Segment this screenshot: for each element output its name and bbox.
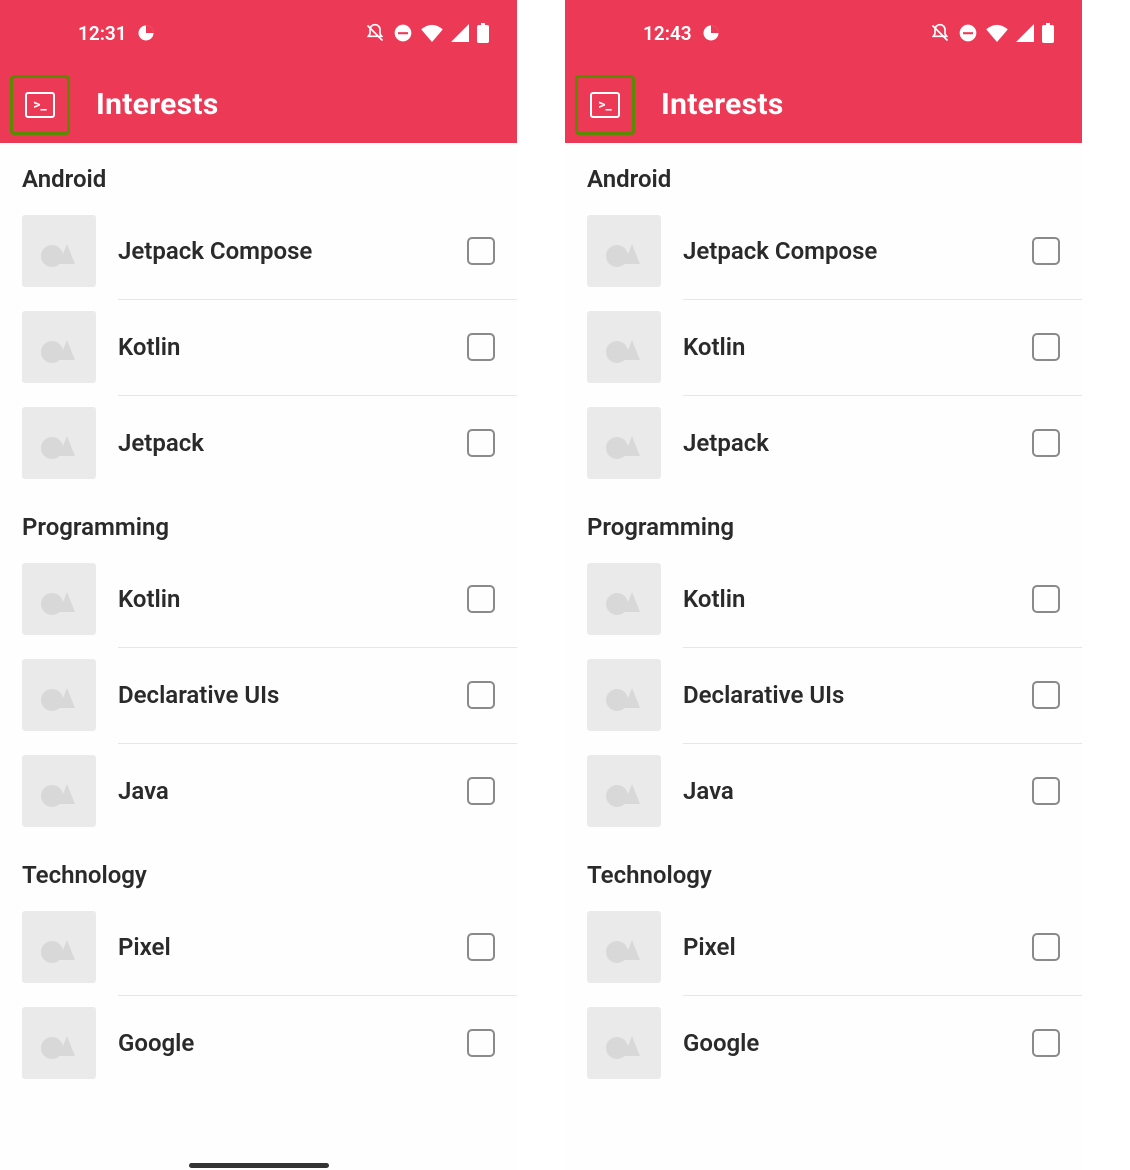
placeholder-image-icon <box>587 911 661 983</box>
placeholder-image-icon <box>22 407 96 479</box>
placeholder-image-icon <box>587 215 661 287</box>
interests-list[interactable]: Android Jetpack Compose Kotlin Jetpack P… <box>0 143 517 1170</box>
list-item[interactable]: Jetpack <box>565 395 1082 491</box>
list-item[interactable]: Jetpack Compose <box>0 203 517 299</box>
checkbox[interactable] <box>467 1029 495 1057</box>
placeholder-image-icon <box>587 563 661 635</box>
list-item[interactable]: Kotlin <box>0 551 517 647</box>
list-item[interactable]: Kotlin <box>565 551 1082 647</box>
placeholder-image-icon <box>22 563 96 635</box>
section-header-programming: Programming <box>0 491 517 551</box>
terminal-icon: >_ <box>25 92 55 118</box>
checkbox[interactable] <box>467 933 495 961</box>
placeholder-image-icon <box>22 311 96 383</box>
item-label: Pixel <box>96 933 467 961</box>
status-bar: 12:43 <box>565 0 1082 66</box>
cellular-icon <box>1016 24 1034 42</box>
item-label: Jetpack Compose <box>661 237 1032 265</box>
phone-screen-right: 12:43 >_ Interests <box>565 0 1082 1170</box>
checkbox[interactable] <box>1032 777 1060 805</box>
item-label: Jetpack <box>96 429 467 457</box>
status-time: 12:43 <box>643 22 692 45</box>
list-item[interactable]: Google <box>565 995 1082 1091</box>
checkbox[interactable] <box>1032 585 1060 613</box>
interests-list[interactable]: Android Jetpack Compose Kotlin Jetpack P… <box>565 143 1082 1170</box>
clock-icon <box>137 24 155 42</box>
nav-drawer-button[interactable]: >_ <box>10 75 70 135</box>
item-label: Kotlin <box>661 333 1032 361</box>
checkbox[interactable] <box>467 333 495 361</box>
list-item[interactable]: Declarative UIs <box>0 647 517 743</box>
section-header-technology: Technology <box>565 839 1082 899</box>
battery-icon <box>477 23 489 43</box>
dnd-icon <box>393 23 413 43</box>
nav-drawer-button[interactable]: >_ <box>575 75 635 135</box>
placeholder-image-icon <box>587 1007 661 1079</box>
list-item[interactable]: Kotlin <box>565 299 1082 395</box>
checkbox[interactable] <box>467 237 495 265</box>
clock-icon <box>702 24 720 42</box>
page-title: Interests <box>661 87 784 122</box>
checkbox[interactable] <box>1032 237 1060 265</box>
list-item[interactable]: Java <box>0 743 517 839</box>
item-label: Pixel <box>661 933 1032 961</box>
item-label: Java <box>96 777 467 805</box>
page-title: Interests <box>96 87 219 122</box>
cellular-icon <box>451 24 469 42</box>
phone-screen-left: 12:31 >_ Interests <box>0 0 517 1170</box>
section-header-technology: Technology <box>0 839 517 899</box>
list-item[interactable]: Kotlin <box>0 299 517 395</box>
app-bar: >_ Interests <box>565 66 1082 143</box>
battery-icon <box>1042 23 1054 43</box>
checkbox[interactable] <box>1032 933 1060 961</box>
list-item[interactable]: Jetpack <box>0 395 517 491</box>
app-bar: >_ Interests <box>0 66 517 143</box>
list-item[interactable]: Pixel <box>0 899 517 995</box>
checkbox[interactable] <box>1032 333 1060 361</box>
checkbox[interactable] <box>467 777 495 805</box>
item-label: Kotlin <box>96 585 467 613</box>
item-label: Jetpack Compose <box>96 237 467 265</box>
section-header-android: Android <box>0 143 517 203</box>
list-item[interactable]: Jetpack Compose <box>565 203 1082 299</box>
wifi-icon <box>986 24 1008 42</box>
checkbox[interactable] <box>1032 429 1060 457</box>
item-label: Google <box>96 1029 467 1057</box>
item-label: Google <box>661 1029 1032 1057</box>
checkbox[interactable] <box>467 585 495 613</box>
item-label: Kotlin <box>661 585 1032 613</box>
item-label: Declarative UIs <box>661 681 1032 709</box>
item-label: Jetpack <box>661 429 1032 457</box>
placeholder-image-icon <box>22 659 96 731</box>
list-item[interactable]: Declarative UIs <box>565 647 1082 743</box>
list-item[interactable]: Pixel <box>565 899 1082 995</box>
status-time: 12:31 <box>78 22 127 45</box>
placeholder-image-icon <box>22 1007 96 1079</box>
placeholder-image-icon <box>22 755 96 827</box>
placeholder-image-icon <box>22 911 96 983</box>
item-label: Kotlin <box>96 333 467 361</box>
placeholder-image-icon <box>22 215 96 287</box>
placeholder-image-icon <box>587 659 661 731</box>
wifi-icon <box>421 24 443 42</box>
home-indicator[interactable] <box>189 1163 329 1168</box>
checkbox[interactable] <box>467 429 495 457</box>
checkbox[interactable] <box>467 681 495 709</box>
placeholder-image-icon <box>587 407 661 479</box>
status-bar: 12:31 <box>0 0 517 66</box>
list-item[interactable]: Google <box>0 995 517 1091</box>
item-label: Java <box>661 777 1032 805</box>
section-header-programming: Programming <box>565 491 1082 551</box>
checkbox[interactable] <box>1032 681 1060 709</box>
dnd-off-icon <box>365 23 385 43</box>
dnd-icon <box>958 23 978 43</box>
terminal-icon: >_ <box>590 92 620 118</box>
item-label: Declarative UIs <box>96 681 467 709</box>
checkbox[interactable] <box>1032 1029 1060 1057</box>
list-item[interactable]: Java <box>565 743 1082 839</box>
placeholder-image-icon <box>587 311 661 383</box>
dnd-off-icon <box>930 23 950 43</box>
section-header-android: Android <box>565 143 1082 203</box>
placeholder-image-icon <box>587 755 661 827</box>
